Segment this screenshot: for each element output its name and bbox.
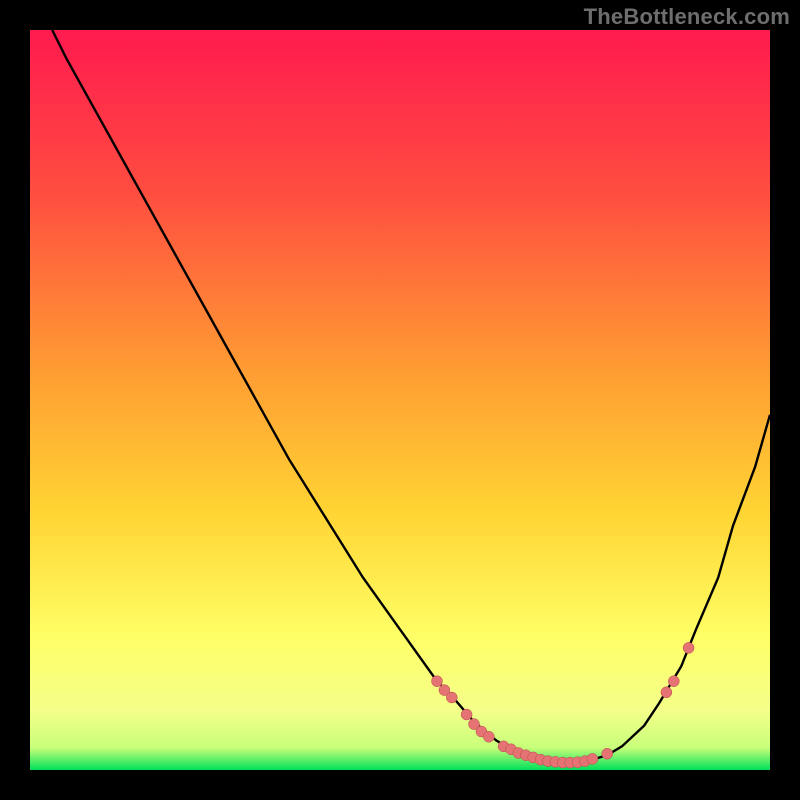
data-dot [461, 709, 472, 720]
data-dot [661, 687, 672, 698]
chart-container: TheBottleneck.com [0, 0, 800, 800]
data-dot [483, 731, 494, 742]
data-dot [432, 676, 443, 687]
data-dot [446, 692, 457, 703]
plot-area [30, 30, 770, 770]
chart-svg [30, 30, 770, 770]
data-dot [587, 753, 598, 764]
attribution-text: TheBottleneck.com [584, 4, 790, 30]
gradient-background [30, 30, 770, 770]
data-dot [602, 748, 613, 759]
data-dot [668, 676, 679, 687]
data-dot [683, 642, 694, 653]
